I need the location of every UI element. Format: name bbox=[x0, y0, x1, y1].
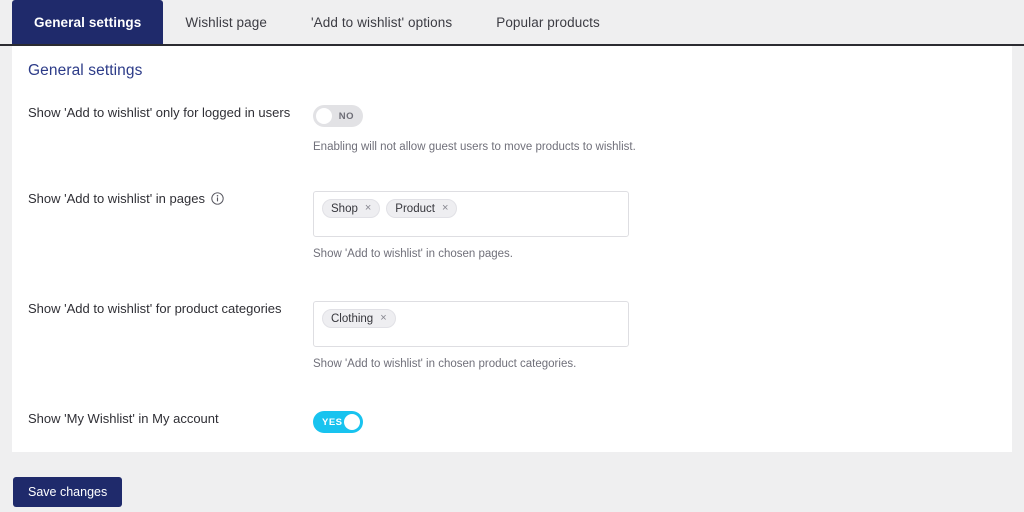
tab-add-to-wishlist-options[interactable]: 'Add to wishlist' options bbox=[289, 0, 474, 44]
setting-label: Show 'Add to wishlist' for product categ… bbox=[28, 301, 282, 316]
pages-tag-input[interactable]: Shop × Product × bbox=[313, 191, 629, 237]
tag-chip[interactable]: Product × bbox=[386, 199, 458, 218]
info-icon[interactable] bbox=[211, 192, 224, 205]
setting-label-text: Show 'Add to wishlist' only for logged i… bbox=[28, 105, 291, 120]
tag-label: Clothing bbox=[331, 312, 374, 325]
setting-control: YES bbox=[313, 411, 363, 433]
tab-general-settings[interactable]: General settings bbox=[12, 0, 164, 44]
toggle-logged-in-users[interactable]: NO bbox=[313, 105, 363, 127]
setting-helper-text: Show 'Add to wishlist' in chosen product… bbox=[313, 358, 577, 370]
categories-tag-input[interactable]: Clothing × bbox=[313, 301, 629, 347]
setting-label-text: Show 'Add to wishlist' for product categ… bbox=[28, 301, 282, 316]
tag-label: Product bbox=[395, 202, 435, 215]
tag-chip[interactable]: Shop × bbox=[322, 199, 381, 218]
tab-label: Wishlist page bbox=[185, 14, 267, 30]
tab-label: General settings bbox=[34, 14, 142, 30]
page-title: General settings bbox=[28, 62, 143, 79]
tag-remove-icon[interactable]: × bbox=[380, 313, 386, 324]
toggle-my-wishlist[interactable]: YES bbox=[313, 411, 363, 433]
tag-remove-icon[interactable]: × bbox=[442, 203, 448, 214]
tab-popular-products[interactable]: Popular products bbox=[474, 0, 622, 44]
toggle-state-label: NO bbox=[338, 110, 354, 122]
setting-label-text: Show 'Add to wishlist' in pages bbox=[28, 191, 205, 206]
setting-control: Clothing × Show 'Add to wishlist' in cho… bbox=[313, 301, 629, 370]
tab-bar: General settings Wishlist page 'Add to w… bbox=[0, 0, 1024, 46]
toggle-knob bbox=[316, 108, 332, 124]
tag-label: Shop bbox=[331, 202, 358, 215]
save-changes-button[interactable]: Save changes bbox=[13, 477, 123, 507]
tag-chip[interactable]: Clothing × bbox=[322, 309, 396, 328]
toggle-knob bbox=[344, 414, 360, 430]
setting-helper-text: Enabling will not allow guest users to m… bbox=[313, 141, 636, 153]
setting-label-text: Show 'My Wishlist' in My account bbox=[28, 411, 219, 426]
tab-label: Popular products bbox=[496, 14, 600, 30]
tab-wishlist-page[interactable]: Wishlist page bbox=[163, 0, 289, 44]
setting-label: Show 'Add to wishlist' in pages bbox=[28, 191, 224, 206]
setting-control: Shop × Product × Show 'Add to wishlist' … bbox=[313, 191, 629, 260]
tag-remove-icon[interactable]: × bbox=[365, 203, 371, 214]
setting-helper-text: Show 'Add to wishlist' in chosen pages. bbox=[313, 248, 514, 260]
tab-label: 'Add to wishlist' options bbox=[310, 14, 453, 30]
tab-list: General settings Wishlist page 'Add to w… bbox=[12, 0, 622, 45]
setting-label: Show 'My Wishlist' in My account bbox=[28, 411, 219, 426]
setting-control: NO Enabling will not allow guest users t… bbox=[313, 105, 636, 153]
toggle-state-label: YES bbox=[322, 416, 343, 428]
save-changes-label: Save changes bbox=[28, 485, 108, 499]
setting-label: Show 'Add to wishlist' only for logged i… bbox=[28, 105, 290, 120]
settings-panel: General settings Show 'Add to wishlist' … bbox=[12, 46, 1012, 452]
